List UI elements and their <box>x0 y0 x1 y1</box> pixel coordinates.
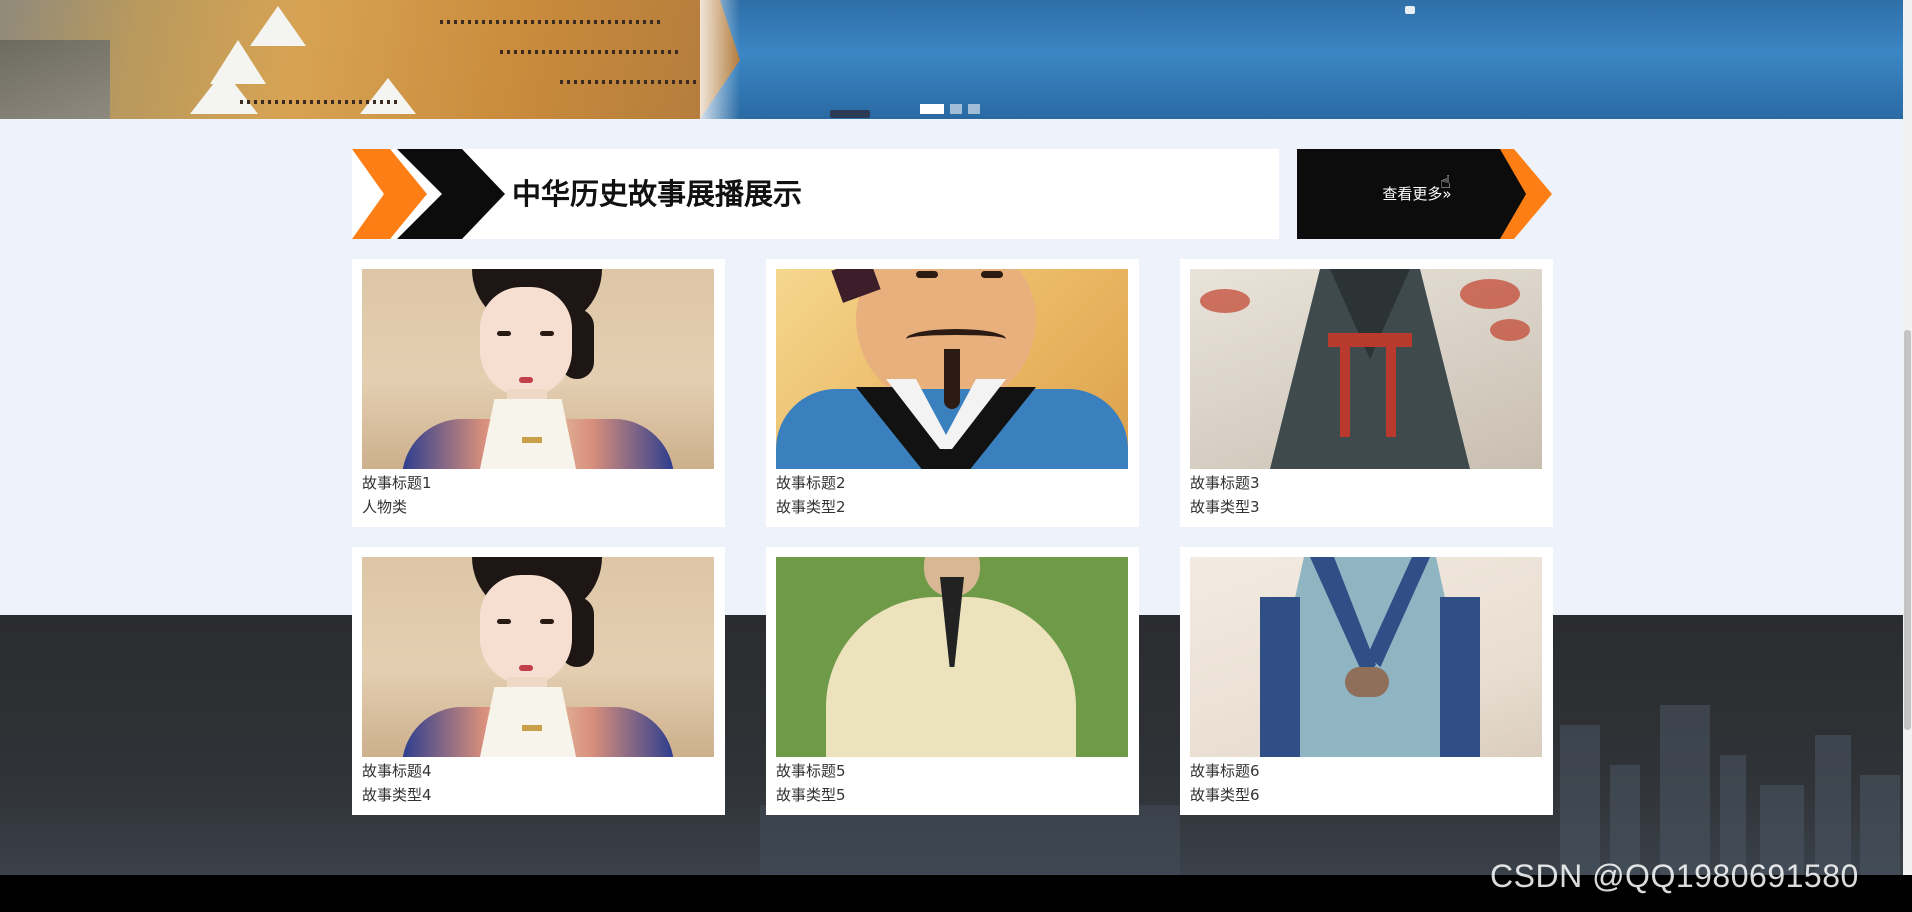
story-image-3[interactable] <box>1190 269 1542 469</box>
tent-shape <box>250 6 306 46</box>
story-title-4[interactable]: 故事标题4 <box>362 760 432 781</box>
story-image-5[interactable] <box>776 557 1128 757</box>
scrollbar-thumb[interactable] <box>1904 330 1911 730</box>
hand-cursor-icon: ☝ <box>1440 172 1451 192</box>
story-image-2[interactable] <box>776 269 1128 469</box>
story-type-6: 故事类型6 <box>1190 786 1260 804</box>
boat-shape <box>830 110 870 118</box>
csdn-watermark: CSDN @QQ1980691580 <box>1490 858 1859 894</box>
city-building <box>1660 705 1710 875</box>
section-title-bar: 中华历史故事展播展示 <box>352 149 1279 239</box>
section-header: 中华历史故事展播展示 查看更多» <box>352 149 1552 239</box>
story-card-3[interactable]: 故事标题3 故事类型3 <box>1180 259 1553 527</box>
story-title-5[interactable]: 故事标题5 <box>776 760 846 781</box>
story-type-2: 故事类型2 <box>776 498 846 516</box>
story-card-2[interactable]: 故事标题2 故事类型2 <box>766 259 1139 527</box>
story-type-1: 人物类 <box>362 498 408 516</box>
view-more-button[interactable]: 查看更多» <box>1297 149 1552 239</box>
section-title: 中华历史故事展播展示 <box>512 177 803 211</box>
story-image-4[interactable] <box>362 557 714 757</box>
banner-image-road <box>0 40 110 119</box>
story-image-6[interactable] <box>1190 557 1542 757</box>
tent-shape <box>190 70 258 114</box>
story-card-6[interactable]: 故事标题6 故事类型6 <box>1180 547 1553 815</box>
boat-shape <box>1405 6 1415 14</box>
crowd-shape <box>560 80 700 84</box>
banner-carousel[interactable] <box>0 0 1903 119</box>
carousel-dot-3[interactable] <box>968 104 980 114</box>
carousel-indicators <box>920 104 980 114</box>
story-title-2[interactable]: 故事标题2 <box>776 472 846 493</box>
crowd-shape <box>240 100 400 104</box>
story-card-5[interactable]: 故事标题5 故事类型5 <box>766 547 1139 815</box>
story-card-4[interactable]: 故事标题4 故事类型4 <box>352 547 725 815</box>
banner-image-wave <box>700 0 740 119</box>
story-type-5: 故事类型5 <box>776 786 846 804</box>
city-building <box>1860 775 1900 875</box>
crowd-shape <box>440 20 660 24</box>
view-more-label: 查看更多» <box>1382 185 1452 203</box>
carousel-dot-1[interactable] <box>920 104 944 114</box>
story-title-1[interactable]: 故事标题1 <box>362 472 432 493</box>
city-building <box>1560 725 1600 875</box>
carousel-dot-2[interactable] <box>950 104 962 114</box>
story-type-3: 故事类型3 <box>1190 498 1260 516</box>
story-card-1[interactable]: 故事标题1 人物类 <box>352 259 725 527</box>
tent-shape <box>360 78 416 114</box>
city-building <box>1815 735 1851 875</box>
city-building <box>1720 755 1746 875</box>
story-title-3[interactable]: 故事标题3 <box>1190 472 1260 493</box>
page-scrollbar[interactable] <box>1903 0 1912 875</box>
city-building <box>760 805 1180 875</box>
crowd-shape <box>500 50 680 54</box>
story-type-4: 故事类型4 <box>362 786 432 804</box>
story-title-6[interactable]: 故事标题6 <box>1190 760 1260 781</box>
story-image-1[interactable] <box>362 269 714 469</box>
